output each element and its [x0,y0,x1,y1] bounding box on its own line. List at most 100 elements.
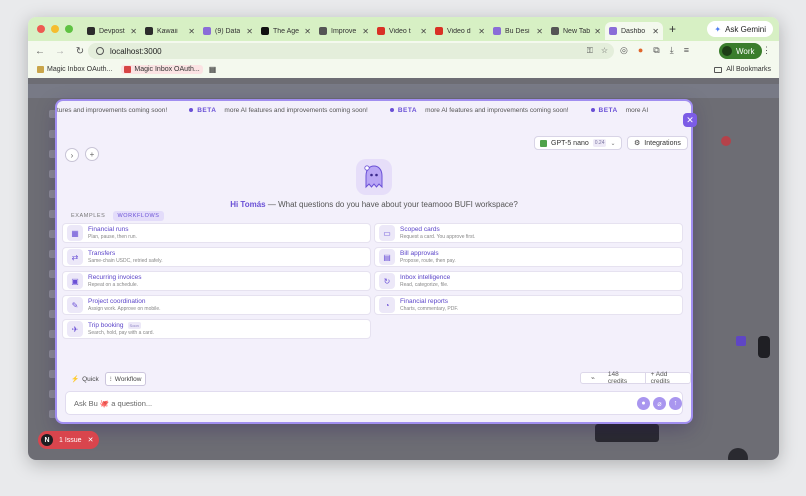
browser-tab[interactable]: New Tab ✕ [547,22,605,40]
window-controls [37,25,73,33]
send-arrow-icon[interactable]: ↑ [669,397,682,410]
tab-workflows[interactable]: WORKFLOWS [113,211,164,221]
add-credits-button[interactable]: + Add credits [646,371,690,385]
workflow-card[interactable]: ⇄ Transfers Same-chain USDC, retried safel… [62,247,371,267]
tab-close-icon[interactable]: ✕ [304,27,311,36]
card-title-line: Bill approvals [400,250,456,257]
favicon-icon [261,27,269,35]
workflow-card[interactable]: ✎ Project coordination Assign work. Approv… [62,295,371,315]
card-icon: ▭ [379,225,395,241]
beta-badge: BETA [189,107,216,114]
card-title-line: Inbox intelligence [400,274,450,281]
workflow-mode-label: Workflow [114,375,142,383]
profile-label: Work [736,46,755,56]
card-title: Financial runs [88,226,129,233]
tab-close-icon[interactable]: ✕ [362,27,369,36]
integrations-button[interactable]: ⚙ Integrations [627,136,688,150]
card-title: Trip booking [88,322,124,330]
browser-tab[interactable]: (9) Data ✕ [199,22,257,40]
bookmark-item[interactable]: Magic Inbox OAuth... [34,65,115,74]
tab-close-icon[interactable]: ✕ [478,27,485,36]
extension-icon[interactable]: ◎ [620,45,628,56]
key-icon[interactable]: ⚿ [587,46,593,56]
model-name: GPT-5 nano [551,139,589,147]
tab-close-icon[interactable]: ✕ [594,27,601,36]
favicon-icon [377,27,385,35]
workflow-mode-button[interactable]: ⁝ Workflow [104,372,147,386]
card-title-line: Financial reports [400,298,458,305]
browser-tab[interactable]: The Age ✕ [257,22,315,40]
workflow-card[interactable]: ▦ Financial runs Plan, pause, then run. [62,223,371,243]
reload-icon[interactable]: ↻ [72,46,88,57]
close-window-button[interactable] [37,25,45,33]
workflow-card[interactable]: ✈ Trip booking Soon Search, hold, pay with … [62,319,371,339]
tab-close-icon[interactable]: ✕ [130,27,137,36]
bookmark-star-icon[interactable]: ☆ [601,46,608,56]
tab-examples[interactable]: EXAMPLES [67,211,109,221]
tab-close-icon[interactable]: ✕ [188,27,195,36]
attach-icon[interactable]: ⌀ [653,397,666,410]
card-subtitle: Plan, pause, then run. [88,234,137,240]
transfer-icon: ⇄ [67,249,83,265]
tab-close-icon[interactable]: ✕ [652,27,659,36]
browser-tab[interactable]: Dashbo ✕ [605,22,663,40]
site-info-icon[interactable] [96,47,104,55]
new-chat-plus-icon[interactable]: + [85,147,99,161]
extensions-puzzle-icon[interactable]: ⧉ [653,45,659,56]
marquee-segment: tures and improvements coming soon! [57,107,167,114]
quick-mode-button[interactable]: ⚡ Quick [67,372,103,386]
browser-tab[interactable]: Kawaii ✕ [141,22,199,40]
browser-tab[interactable]: Improve ✕ [315,22,373,40]
tab-close-icon[interactable]: ✕ [420,27,427,36]
card-text: Scoped cards Request a card. You approve … [400,226,475,240]
issue-badge[interactable]: N 1 Issue ✕ [38,431,100,449]
workflow-card[interactable]: ▭ Scoped cards Request a card. You approve… [374,223,683,243]
model-select[interactable]: GPT-5 nano 0.24 ⌄ [534,136,622,150]
ask-gemini-button[interactable]: ✦ Ask Gemini [707,21,773,37]
model-icon [540,139,547,147]
card-text: Transfers Same-chain USDC, retried safely… [88,250,163,264]
bookmark-item[interactable]: Magic Inbox OAuth... [121,65,203,74]
chat-input[interactable] [74,398,594,408]
apps-grid-icon[interactable]: ▦ [209,65,217,74]
forward-icon[interactable]: → [52,46,68,57]
browser-tab[interactable]: Video d ✕ [431,22,489,40]
all-bookmarks-button[interactable]: All Bookmarks [714,66,771,73]
card-text: Project coordination Assign work. Approve… [88,298,161,312]
extension-icon[interactable]: ● [638,45,643,56]
card-text: Recurring invoices Repeat on a schedule. [88,274,141,288]
credits-box: ⌁ 148 credits + Add credits [580,371,691,385]
workflow-card[interactable]: ▤ Bill approvals Propose, route, then pay. [374,247,683,267]
tab-close-icon[interactable]: ✕ [246,27,253,36]
address-bar[interactable]: localhost:3000 ⚿ ☆ [88,43,614,59]
browser-tab[interactable]: Devpost ✕ [83,22,141,40]
download-icon[interactable]: ⤓ [670,45,674,56]
beta-dot-icon [389,107,394,112]
close-icon[interactable]: ✕ [683,113,697,127]
media-icon[interactable]: ≡ [684,45,689,56]
mode-toggle: ⚡ Quick ⁝ Workflow [67,372,147,386]
card-text: Financial runs Plan, pause, then run. [88,226,137,240]
browser-tab[interactable]: Video t ✕ [373,22,431,40]
browser-tab[interactable]: Bu Desi ✕ [489,22,547,40]
minimize-window-button[interactable] [51,25,59,33]
new-tab-button[interactable]: + [669,22,676,36]
favicon-icon [145,27,153,35]
marquee-segment: BETA more AI features and improvements co… [368,107,569,114]
microphone-icon[interactable]: ● [637,397,650,410]
card-text: Trip booking Soon Search, hold, pay with a… [88,321,154,336]
workflow-card[interactable]: ↻ Inbox intelligence Read, categorize, fil… [374,271,683,291]
profile-button[interactable]: Work [719,43,762,59]
workflow-card[interactable]: ◔ Financial reports Charts, commentary, PD… [374,295,683,315]
workflow-icon: ⁝ [109,376,112,383]
chevron-down-icon: ⌄ [610,140,616,147]
card-subtitle: Charts, commentary, PDF. [400,306,459,312]
credits-icon: ⌁ [591,375,595,382]
back-icon[interactable]: ← [32,46,48,57]
close-icon[interactable]: ✕ [88,436,94,444]
workflow-card[interactable]: ▣ Recurring invoices Repeat on a schedule. [62,271,371,291]
expand-chevron-icon[interactable]: › [65,148,79,162]
menu-icon[interactable]: ⋮ [762,45,771,56]
tab-close-icon[interactable]: ✕ [536,27,543,36]
maximize-window-button[interactable] [65,25,73,33]
